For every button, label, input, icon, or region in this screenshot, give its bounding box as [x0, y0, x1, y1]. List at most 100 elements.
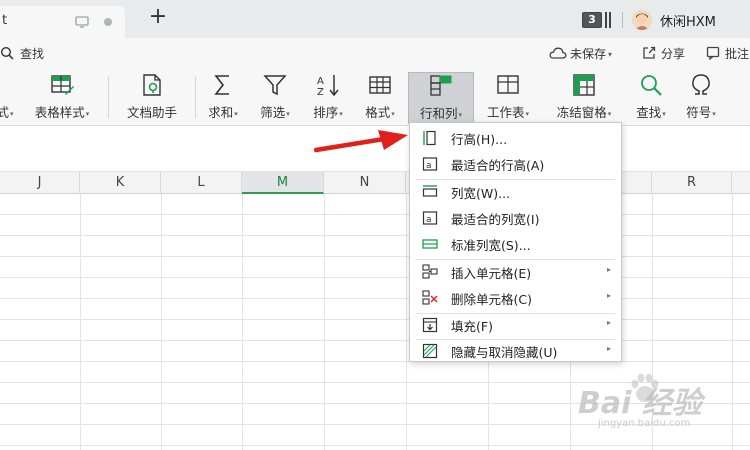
monitor-icon[interactable] [75, 16, 89, 28]
grid-line [0, 445, 750, 446]
column-header[interactable]: K [80, 172, 161, 194]
symbol-button[interactable]: 符号▾ [678, 68, 724, 126]
grid-line [0, 235, 750, 236]
grid-line [0, 277, 750, 278]
unsaved-dot-icon[interactable] [104, 18, 112, 26]
svg-text:a: a [426, 161, 432, 171]
symbol-label: 符号 [686, 105, 712, 120]
rows-columns-menu: 行高(H)... a 最适合的行高(A) 列宽(W)... a 最适合的列宽(I… [409, 122, 622, 362]
freeze-panes-button[interactable]: 冻结窗格▾ [544, 68, 624, 126]
window-count-badge[interactable]: 3 [582, 12, 602, 28]
menu-item-delete-cells[interactable]: 删除单元格(C) ▸ [410, 285, 621, 311]
autofit-row-height-icon: a [422, 157, 438, 171]
grid-line [0, 256, 750, 257]
format-button[interactable]: 格式▾ [356, 68, 404, 126]
filter-label: 筛选 [260, 105, 286, 120]
submenu-arrow-icon: ▸ [606, 344, 611, 353]
sort-icon: A Z [317, 75, 339, 98]
column-header-row: J K L M N R [0, 172, 750, 194]
column-header[interactable]: R [652, 172, 732, 194]
rows-columns-label: 行和列 [419, 106, 458, 121]
ribbon-toolbar: 式▾ 表格样式▾ 文档助手 求和▾ 筛选▾ A Z 排序▾ 格式▾ 行和列▾ 工… [0, 68, 750, 126]
grid-line [0, 319, 750, 320]
menu-item-insert-cells[interactable]: 插入单元格(E) ▸ [410, 259, 621, 285]
titlebar-divider [622, 12, 623, 28]
grid-line [0, 298, 750, 299]
freeze-panes-label: 冻结窗格 [556, 105, 607, 120]
menu-item-standard-column-width[interactable]: 标准列宽(S)... [410, 231, 621, 257]
menu-item-row-height[interactable]: 行高(H)... [410, 125, 621, 151]
save-status-button[interactable]: 未保存 ▾ [570, 45, 612, 62]
new-tab-button[interactable]: + [146, 6, 170, 30]
column-header[interactable]: J [0, 172, 80, 194]
filter-button[interactable]: 筛选▾ [252, 68, 298, 126]
user-name[interactable]: 休闲HXM [660, 11, 716, 30]
find-label: 查找 [636, 105, 662, 120]
comment-icon[interactable] [706, 46, 720, 60]
menu-item-autofit-row-height[interactable]: a 最适合的行高(A) [410, 151, 621, 177]
menu-item-label: 列宽(W)... [451, 186, 511, 201]
doc-assistant-icon [143, 74, 161, 96]
window-list-icon[interactable] [604, 12, 614, 28]
menu-item-label: 隐藏与取消隐藏(U) [451, 345, 558, 360]
rows-columns-button[interactable]: 行和列▾ [408, 72, 474, 124]
menu-item-label: 插入单元格(E) [451, 266, 532, 281]
sort-label: 排序 [313, 105, 339, 120]
find-icon [641, 75, 662, 96]
chevron-down-icon: ▾ [286, 109, 290, 118]
table-style-button[interactable]: 表格样式▾ [24, 68, 100, 126]
cloud-save-icon[interactable] [549, 46, 567, 60]
menu-item-fill[interactable]: 填充(F) ▸ [410, 312, 621, 338]
menu-item-label: 最适合的行高(A) [451, 158, 545, 173]
submenu-arrow-icon: ▸ [606, 265, 611, 274]
chevron-down-icon: ▾ [608, 50, 613, 59]
symbol-icon [692, 74, 710, 95]
worksheet-button[interactable]: 工作表▾ [478, 68, 538, 126]
style-button[interactable]: 式▾ [0, 68, 16, 126]
share-icon[interactable] [642, 46, 656, 60]
format-icon [369, 76, 391, 94]
grid-line [161, 194, 162, 450]
watermark-brand: Bai 经验 [578, 386, 702, 421]
search-icon[interactable] [0, 46, 14, 60]
filter-icon [263, 75, 287, 96]
column-header-selected[interactable]: M [242, 172, 324, 194]
doc-assistant-button[interactable]: 文档助手 [118, 68, 186, 126]
column-header[interactable]: L [161, 172, 242, 194]
chevron-down-icon: ▾ [662, 109, 666, 118]
style-label: 式 [0, 105, 9, 120]
menu-item-column-width[interactable]: 列宽(W)... [410, 179, 621, 205]
standard-column-width-icon [422, 239, 438, 249]
title-bar: t + 3 休闲HXM [0, 0, 750, 38]
svg-text:Z: Z [317, 87, 324, 98]
grid-line [324, 194, 325, 450]
comment-button[interactable]: 批注 [725, 45, 749, 62]
chevron-down-icon: ▾ [339, 109, 343, 118]
menu-item-label: 行高(H)... [451, 132, 508, 147]
annotation-arrow-icon [314, 130, 408, 153]
row-height-icon [423, 130, 436, 146]
search-label[interactable]: 查找 [20, 45, 44, 62]
autofit-column-width-icon: a [422, 211, 438, 225]
sort-button[interactable]: A Z 排序▾ [304, 68, 352, 126]
svg-text:a: a [426, 215, 432, 225]
avatar[interactable] [632, 10, 652, 30]
find-button[interactable]: 查找▾ [628, 68, 674, 126]
menu-item-label: 最适合的列宽(I) [451, 212, 540, 227]
save-status-label: 未保存 [570, 47, 607, 61]
worksheet-icon [497, 75, 519, 94]
sum-button[interactable]: 求和▾ [200, 68, 246, 126]
grid-line [242, 194, 243, 450]
quick-access-bar: 查找 未保存 ▾ 分享 批注 [0, 38, 750, 68]
user-avatar-icon [632, 10, 652, 30]
menu-item-autofit-column-width[interactable]: a 最适合的列宽(I) [410, 205, 621, 231]
column-header[interactable]: N [324, 172, 406, 194]
menu-item-hide-unhide[interactable]: 隐藏与取消隐藏(U) ▸ [410, 338, 621, 364]
share-button[interactable]: 分享 [661, 45, 685, 62]
chevron-down-icon: ▾ [607, 109, 612, 118]
grid-line [0, 361, 750, 362]
document-tab[interactable]: t [0, 6, 125, 38]
sum-icon [214, 75, 229, 95]
chevron-down-icon: ▾ [525, 109, 530, 118]
ribbon-divider [108, 76, 109, 118]
